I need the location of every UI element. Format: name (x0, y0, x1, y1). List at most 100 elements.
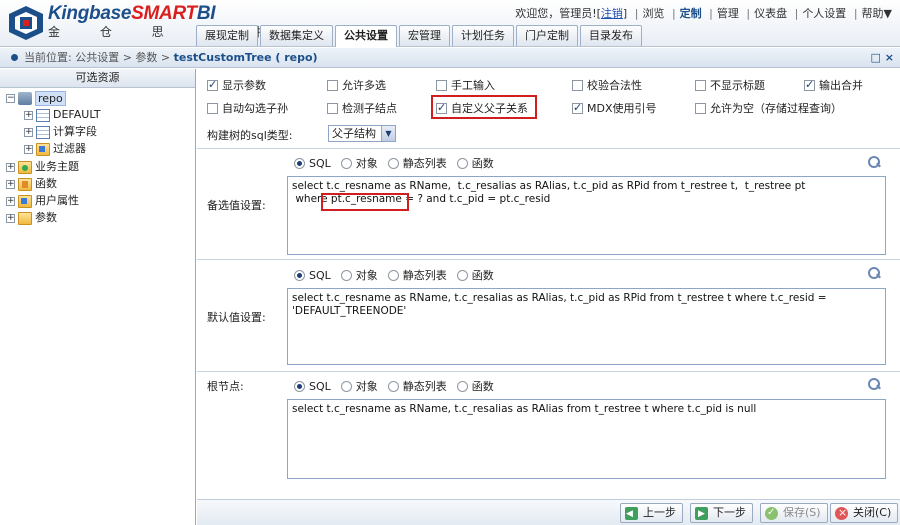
chevron-down-icon[interactable]: ▼ (381, 126, 395, 141)
checkbox-icon[interactable] (207, 78, 218, 91)
root-sql-textarea[interactable]: select t.c_resname as RName, t.c_resalia… (287, 399, 886, 479)
tab-macro[interactable]: 宏管理 (399, 25, 450, 46)
default-sql-textarea[interactable]: select t.c_resname as RName, t.c_resalia… (287, 288, 886, 365)
radio-icon[interactable] (294, 157, 305, 169)
tree-node-business[interactable]: + 业务主题 (6, 159, 79, 175)
option-detect-children[interactable]: 检测子结点 (327, 100, 397, 116)
sql-type-select[interactable]: 父子结构 ▼ (328, 125, 396, 142)
search-icon[interactable] (868, 156, 880, 168)
checkbox-icon[interactable] (327, 102, 338, 114)
tree-node-user-attr[interactable]: + 用户属性 (6, 193, 79, 209)
radio-function[interactable]: 函数 (456, 155, 494, 171)
radio-object[interactable]: 对象 (340, 378, 378, 394)
checkbox-icon[interactable] (695, 102, 706, 114)
option-manual-input[interactable]: 手工输入 (436, 77, 495, 93)
calc-field-icon (36, 125, 50, 139)
main-tabs: 展现定制 数据集定义 公共设置 宏管理 计划任务 门户定制 目录发布 (196, 25, 642, 47)
resource-panel: 可选资源 − repo + DEFAULT + 计算字段 + 过滤器 + 业务主… (0, 69, 196, 525)
radio-icon[interactable] (340, 157, 352, 169)
tree-label-function: 函数 (35, 177, 57, 190)
nav-dashboard[interactable]: 仪表盘 (754, 5, 787, 21)
radio-icon[interactable] (456, 269, 468, 281)
option-allow-empty[interactable]: 允许为空（存储过程查询） (695, 100, 842, 116)
business-folder-icon (18, 160, 32, 174)
radio-icon[interactable] (387, 380, 399, 392)
tree-node-params[interactable]: + 参数 (6, 210, 57, 226)
radio-icon[interactable] (456, 157, 468, 169)
radio-static-list[interactable]: 静态列表 (387, 378, 447, 394)
option-validate[interactable]: 校验合法性 (572, 77, 642, 93)
checkbox-icon[interactable] (436, 101, 447, 114)
expand-icon[interactable]: + (6, 213, 15, 223)
radio-object[interactable]: 对象 (340, 155, 378, 171)
collapse-icon[interactable]: − (6, 93, 15, 103)
tab-catalog-publish[interactable]: 目录发布 (580, 25, 642, 46)
save-button[interactable]: 保存(S) (760, 503, 828, 523)
radio-sql[interactable]: SQL (294, 157, 331, 170)
expand-icon[interactable]: + (6, 196, 15, 206)
breadcrumb-path: 公共设置 > 参数 > (75, 51, 171, 64)
checkbox-icon[interactable] (207, 102, 218, 114)
radio-icon[interactable] (456, 380, 468, 392)
expand-icon[interactable]: + (24, 144, 33, 154)
close-button[interactable]: 关闭(C) (830, 503, 899, 523)
radio-icon[interactable] (387, 269, 399, 281)
tab-schedule[interactable]: 计划任务 (452, 25, 514, 46)
nav-help[interactable]: 帮助▼ (862, 5, 892, 21)
tree-label-calc-field: 计算字段 (53, 125, 97, 138)
logout-link[interactable]: 注销 (601, 5, 623, 21)
window-buttons[interactable]: □ × (871, 48, 894, 67)
checkbox-icon[interactable] (804, 78, 815, 91)
radio-static-list[interactable]: 静态列表 (387, 155, 447, 171)
tab-presentation[interactable]: 展现定制 (196, 25, 258, 46)
radio-icon[interactable] (340, 269, 352, 281)
option-auto-check-descendants[interactable]: 自动勾选子孙 (207, 100, 288, 116)
option-hide-title[interactable]: 不显示标题 (695, 77, 765, 93)
checkbox-icon[interactable] (695, 79, 706, 91)
radio-function[interactable]: 函数 (456, 378, 494, 394)
checkbox-icon[interactable] (327, 79, 338, 91)
expand-icon[interactable]: + (6, 162, 15, 172)
tree-node-filter[interactable]: + 过滤器 (24, 141, 86, 157)
checkbox-icon[interactable] (436, 79, 447, 91)
option-show-param[interactable]: 显示参数 (207, 77, 266, 93)
params-folder-icon (18, 211, 32, 225)
tree-node-default[interactable]: + DEFAULT (24, 107, 101, 123)
tree-node-function[interactable]: + 函数 (6, 176, 57, 192)
tree-node-repo[interactable]: − repo (6, 90, 66, 106)
nav-personal-settings[interactable]: 个人设置 (802, 5, 846, 21)
tree-node-calc-field[interactable]: + 计算字段 (24, 124, 97, 140)
tree-label-filter: 过滤器 (53, 142, 86, 155)
radio-icon[interactable] (294, 380, 305, 392)
candidate-sql-textarea[interactable]: select t.c_resname as RName, t.c_resalia… (287, 176, 886, 255)
search-icon[interactable] (868, 378, 880, 390)
prev-button[interactable]: 上一步 (620, 503, 683, 523)
option-output-merge[interactable]: 输出合并 (804, 77, 863, 93)
radio-static-list[interactable]: 静态列表 (387, 267, 447, 283)
tab-common-settings[interactable]: 公共设置 (335, 25, 397, 47)
search-icon[interactable] (868, 267, 880, 279)
next-button[interactable]: 下一步 (690, 503, 753, 523)
nav-browse[interactable]: 浏览 (642, 5, 664, 21)
nav-customize[interactable]: 定制 (680, 5, 702, 21)
radio-icon[interactable] (294, 269, 305, 281)
option-custom-parent-child[interactable]: 自定义父子关系 (436, 100, 528, 116)
radio-icon[interactable] (340, 380, 352, 392)
option-mdx-quotes[interactable]: MDX使用引号 (572, 100, 657, 116)
radio-icon[interactable] (387, 157, 399, 169)
expand-icon[interactable]: + (24, 110, 33, 120)
checkbox-icon[interactable] (572, 79, 583, 91)
app-header: KingbaseSMARTBI 金 仓 思 迈 特 欢迎您，管理员![注销] |… (0, 0, 900, 47)
radio-object[interactable]: 对象 (340, 267, 378, 283)
radio-sql[interactable]: SQL (294, 380, 331, 393)
tab-portal[interactable]: 门户定制 (516, 25, 578, 46)
checkbox-icon[interactable] (572, 101, 583, 114)
divider (197, 259, 900, 260)
radio-function[interactable]: 函数 (456, 267, 494, 283)
nav-manage[interactable]: 管理 (717, 5, 739, 21)
radio-sql[interactable]: SQL (294, 269, 331, 282)
option-allow-multi[interactable]: 允许多选 (327, 77, 386, 93)
expand-icon[interactable]: + (6, 179, 15, 189)
expand-icon[interactable]: + (24, 127, 33, 137)
tab-dataset[interactable]: 数据集定义 (260, 25, 333, 46)
